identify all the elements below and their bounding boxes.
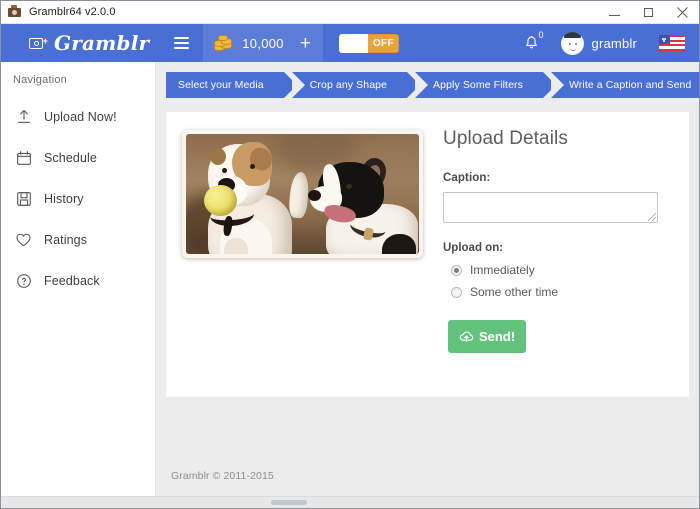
step-label: Apply Some Filters	[433, 79, 523, 91]
cloud-upload-icon	[459, 330, 474, 343]
notification-count-badge: 0	[538, 30, 544, 40]
coins-balance[interactable]: 10,000 +	[203, 24, 323, 62]
body-area: Navigation Upload Now! Schedule History …	[1, 62, 699, 496]
avatar[interactable]	[560, 31, 584, 55]
radio-immediately-input[interactable]	[451, 264, 462, 276]
sidebar-item-ratings[interactable]: Ratings	[1, 219, 155, 260]
maximize-button[interactable]	[631, 1, 665, 23]
sidebar-item-label: Upload Now!	[44, 109, 117, 124]
page-title: Upload Details	[443, 128, 568, 149]
main-content: Select your Media Crop any Shape Apply S…	[156, 62, 699, 496]
close-button[interactable]	[665, 1, 699, 23]
minimize-icon	[608, 14, 620, 16]
window-title: Gramblr64 v2.0.0	[29, 6, 116, 18]
upload-card: Upload Details Caption: Upload on: Immed…	[166, 112, 689, 397]
hamburger-menu-icon[interactable]	[159, 24, 203, 62]
bell-icon	[526, 35, 537, 49]
minimize-button[interactable]	[597, 1, 631, 23]
sidebar-title: Navigation	[13, 74, 67, 86]
sidebar-item-label: History	[44, 191, 84, 206]
save-disk-icon	[15, 190, 32, 207]
step-breadcrumb: Select your Media Crop any Shape Apply S…	[166, 72, 699, 98]
caption-field-wrapper	[443, 192, 658, 223]
title-bar: Gramblr64 v2.0.0	[1, 1, 699, 24]
footer: Gramblr © 2011-2015	[166, 397, 689, 496]
horizontal-scrollbar-thumb[interactable]	[271, 500, 307, 505]
notifications-button[interactable]: 0	[517, 24, 547, 62]
step-select-media[interactable]: Select your Media	[166, 72, 297, 98]
application-window: Gramblr64 v2.0.0 + Gramblr 10,000 + OFF …	[0, 0, 700, 509]
camera-plus-icon: +	[29, 36, 48, 51]
radio-option-some-other-time[interactable]: Some other time	[443, 285, 673, 299]
step-label: Crop any Shape	[309, 79, 388, 91]
coins-value: 10,000	[242, 35, 284, 51]
username-label[interactable]: gramblr	[592, 36, 637, 51]
app-header-bar: + Gramblr 10,000 + OFF 0 gramblr	[1, 24, 699, 62]
media-preview-image	[186, 134, 419, 254]
app-camera-icon	[7, 4, 23, 20]
window-controls	[597, 1, 699, 23]
footer-copyright: Gramblr © 2011-2015	[171, 470, 274, 482]
close-icon	[676, 6, 688, 18]
maximize-icon	[643, 7, 653, 17]
auto-upload-toggle[interactable]: OFF	[338, 33, 399, 53]
media-preview-frame[interactable]	[182, 130, 423, 258]
heart-icon	[15, 231, 32, 248]
toggle-label: OFF	[372, 37, 395, 49]
radio-option-immediately[interactable]: Immediately	[443, 263, 673, 277]
radio-some-other-time-input[interactable]	[451, 286, 462, 298]
step-apply-filters[interactable]: Apply Some Filters	[415, 72, 556, 98]
upload-on-label: Upload on:	[443, 242, 504, 254]
toggle-knob	[338, 33, 368, 53]
sidebar-item-label: Schedule	[44, 150, 97, 165]
question-circle-icon	[15, 272, 32, 289]
step-label: Select your Media	[178, 79, 264, 91]
upload-arrow-icon	[15, 108, 32, 125]
calendar-icon	[15, 149, 32, 166]
step-label: Write a Caption and Send	[568, 79, 692, 91]
sidebar-item-label: Feedback	[44, 273, 100, 288]
caption-label: Caption:	[443, 172, 491, 184]
sidebar-item-feedback[interactable]: Feedback	[1, 260, 155, 301]
sidebar-item-label: Ratings	[44, 232, 88, 247]
app-logo[interactable]: + Gramblr	[1, 24, 159, 62]
coin-stack-icon	[213, 34, 233, 52]
add-coins-button[interactable]: +	[284, 34, 315, 53]
step-crop-shape[interactable]: Crop any Shape	[291, 72, 421, 98]
logo-text: Gramblr	[54, 31, 150, 55]
step-write-caption-send[interactable]: Write a Caption and Send	[550, 72, 699, 98]
us-flag-icon[interactable]	[659, 35, 685, 51]
upload-details-column: Upload Details Caption: Upload on: Immed…	[432, 128, 673, 397]
sidebar-item-history[interactable]: History	[1, 178, 155, 219]
app-header-right: 0 gramblr	[517, 24, 699, 62]
sidebar-navigation: Navigation Upload Now! Schedule History …	[1, 62, 156, 496]
caption-input[interactable]	[443, 192, 658, 223]
radio-label: Some other time	[470, 285, 559, 299]
horizontal-scrollbar[interactable]	[1, 496, 699, 508]
sidebar-item-schedule[interactable]: Schedule	[1, 137, 155, 178]
sidebar-item-upload-now[interactable]: Upload Now!	[1, 96, 155, 137]
send-button-label: Send!	[478, 329, 516, 344]
media-preview-column	[182, 128, 432, 397]
radio-label: Immediately	[470, 263, 535, 277]
send-button[interactable]: Send!	[448, 320, 526, 353]
